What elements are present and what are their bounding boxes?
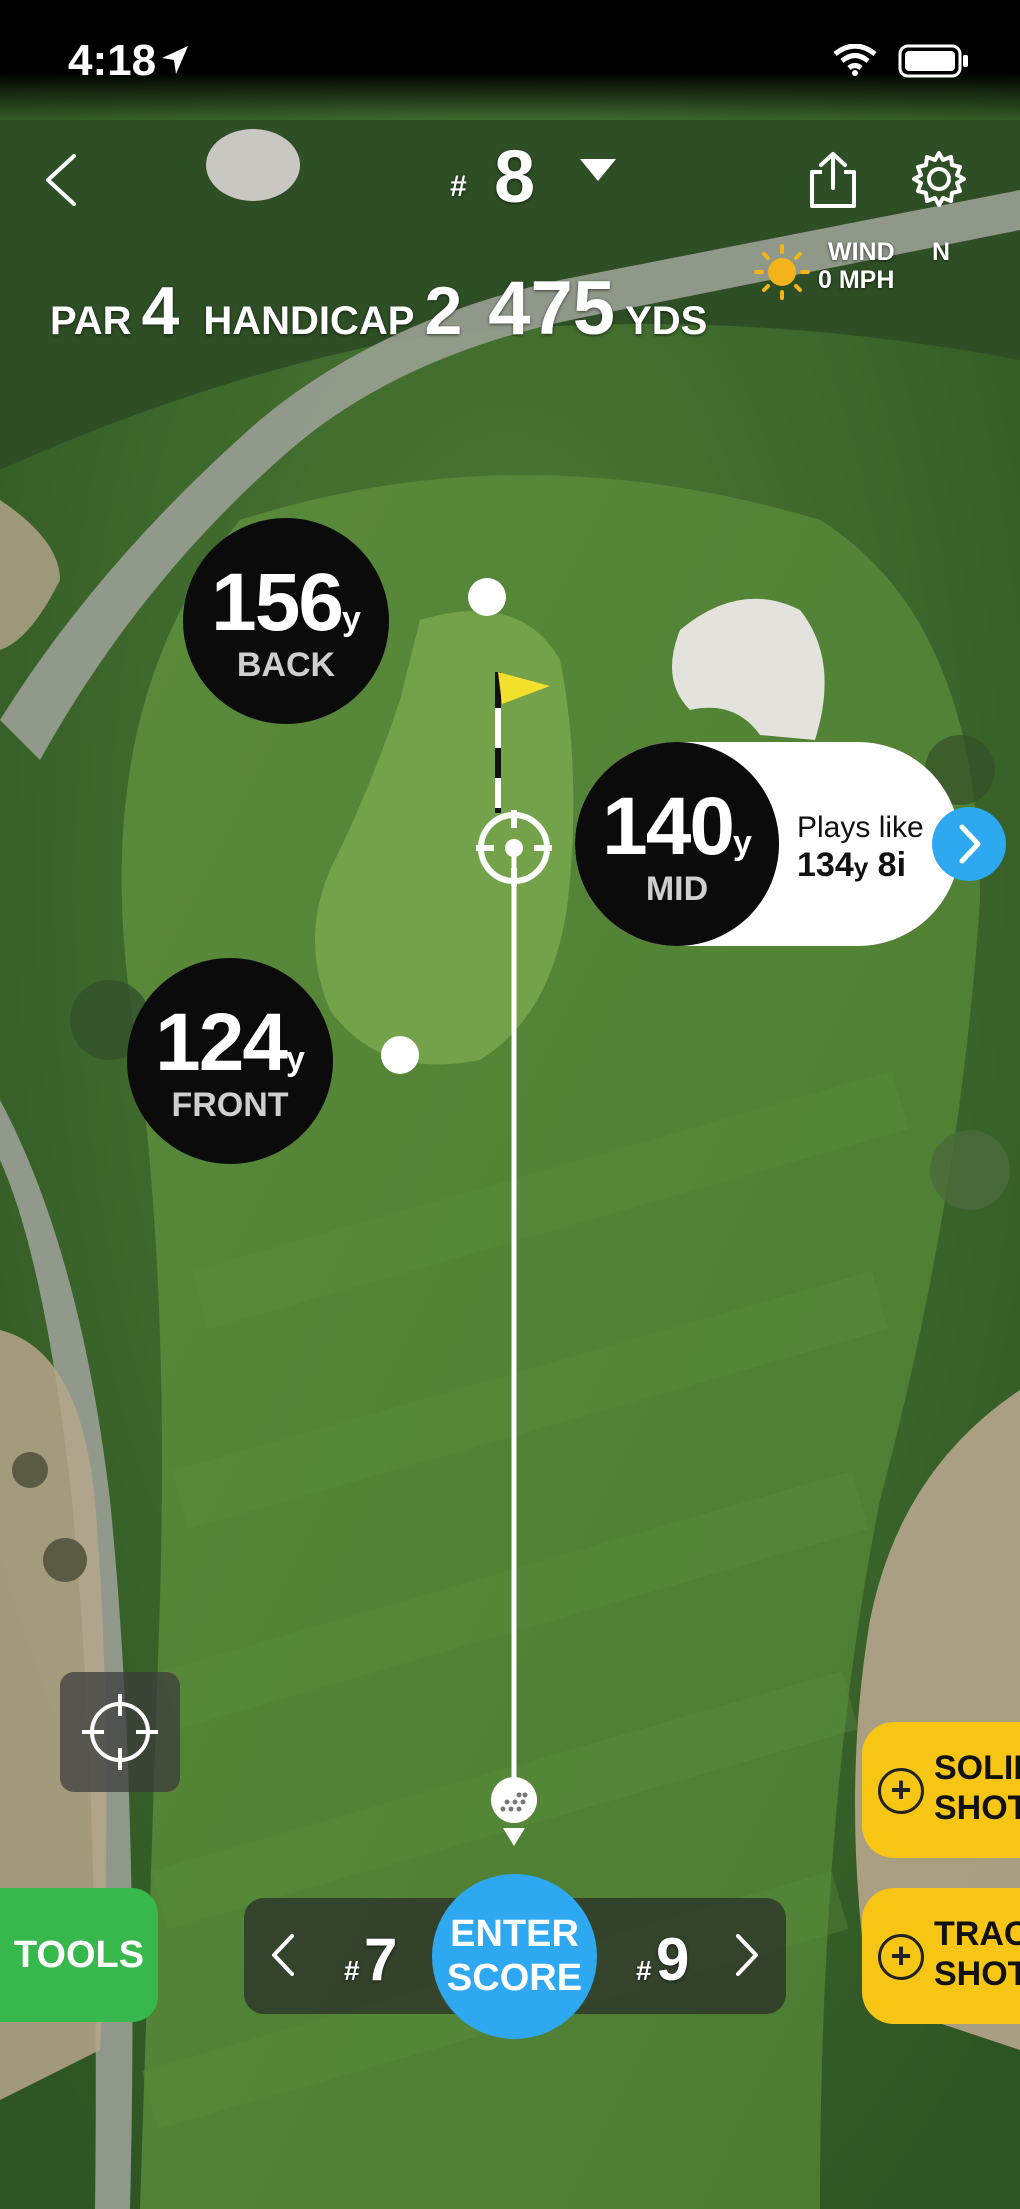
plays-like-club: 8i bbox=[877, 846, 907, 884]
front-distance-unit: y bbox=[285, 1040, 305, 1078]
track-shot-label: TRACK SHOT bbox=[934, 1914, 1020, 1994]
plays-like-value-row: 134y 8i bbox=[797, 846, 906, 885]
front-distance-value: 124 bbox=[155, 997, 288, 1088]
flag-icon bbox=[495, 672, 550, 813]
track-shot-button[interactable]: + TRACK SHOT bbox=[862, 1888, 1020, 2024]
solid-shot-label: SOLID SHOT bbox=[934, 1748, 1020, 1828]
plus-icon: + bbox=[878, 1768, 924, 1814]
tools-button[interactable]: TOOLS bbox=[0, 1888, 158, 2022]
enter-score-line2: SCORE bbox=[446, 1957, 583, 1999]
mid-distance-value: 140 bbox=[602, 781, 735, 872]
plays-like-unit: y bbox=[853, 852, 869, 882]
mid-distance-unit: y bbox=[732, 824, 752, 862]
front-marker[interactable] bbox=[381, 1036, 419, 1074]
enter-score-button[interactable]: ENTER SCORE bbox=[432, 1874, 597, 2039]
mid-distance-label: MID bbox=[645, 870, 709, 908]
plays-like-details-button[interactable] bbox=[932, 807, 1006, 881]
target-icon[interactable] bbox=[474, 808, 554, 888]
prev-hole-number: 7 bbox=[364, 1926, 398, 1993]
locate-button[interactable] bbox=[60, 1672, 180, 1792]
enter-score-line1: ENTER bbox=[450, 1913, 579, 1955]
back-distance-badge[interactable]: 156y BACK bbox=[183, 518, 389, 724]
golf-ball-icon[interactable] bbox=[489, 1776, 539, 1848]
solid-shot-line1: SOLID bbox=[934, 1749, 1020, 1787]
back-marker[interactable] bbox=[468, 578, 506, 616]
prev-hole-hash: # bbox=[344, 1955, 360, 1986]
track-shot-line1: TRACK bbox=[934, 1915, 1020, 1953]
solid-shot-button[interactable]: + SOLID SHOT bbox=[862, 1722, 1020, 1858]
plus-icon: + bbox=[878, 1934, 924, 1980]
mid-distance-badge[interactable]: 140y MID bbox=[575, 742, 779, 946]
back-distance-label: BACK bbox=[236, 646, 336, 684]
back-distance-unit: y bbox=[341, 600, 361, 638]
front-distance-badge[interactable]: 124y FRONT bbox=[127, 958, 333, 1164]
chevron-left-icon[interactable] bbox=[266, 1930, 300, 1980]
back-distance-value: 156 bbox=[211, 557, 344, 648]
next-hole-button[interactable]: # 9 bbox=[636, 1925, 689, 1994]
next-hole-number: 9 bbox=[656, 1926, 690, 1993]
chevron-right-icon[interactable] bbox=[730, 1930, 764, 1980]
plays-like-value: 134 bbox=[797, 846, 854, 884]
chevron-right-icon bbox=[959, 824, 981, 864]
solid-shot-line2: SHOT bbox=[934, 1789, 1020, 1827]
prev-hole-button[interactable]: # 7 bbox=[344, 1925, 397, 1994]
locate-crosshair-icon bbox=[82, 1694, 158, 1770]
next-hole-hash: # bbox=[636, 1955, 652, 1986]
front-distance-label: FRONT bbox=[171, 1086, 289, 1124]
track-shot-line2: SHOT bbox=[934, 1955, 1020, 1993]
plays-like-label: Plays like bbox=[797, 811, 924, 844]
